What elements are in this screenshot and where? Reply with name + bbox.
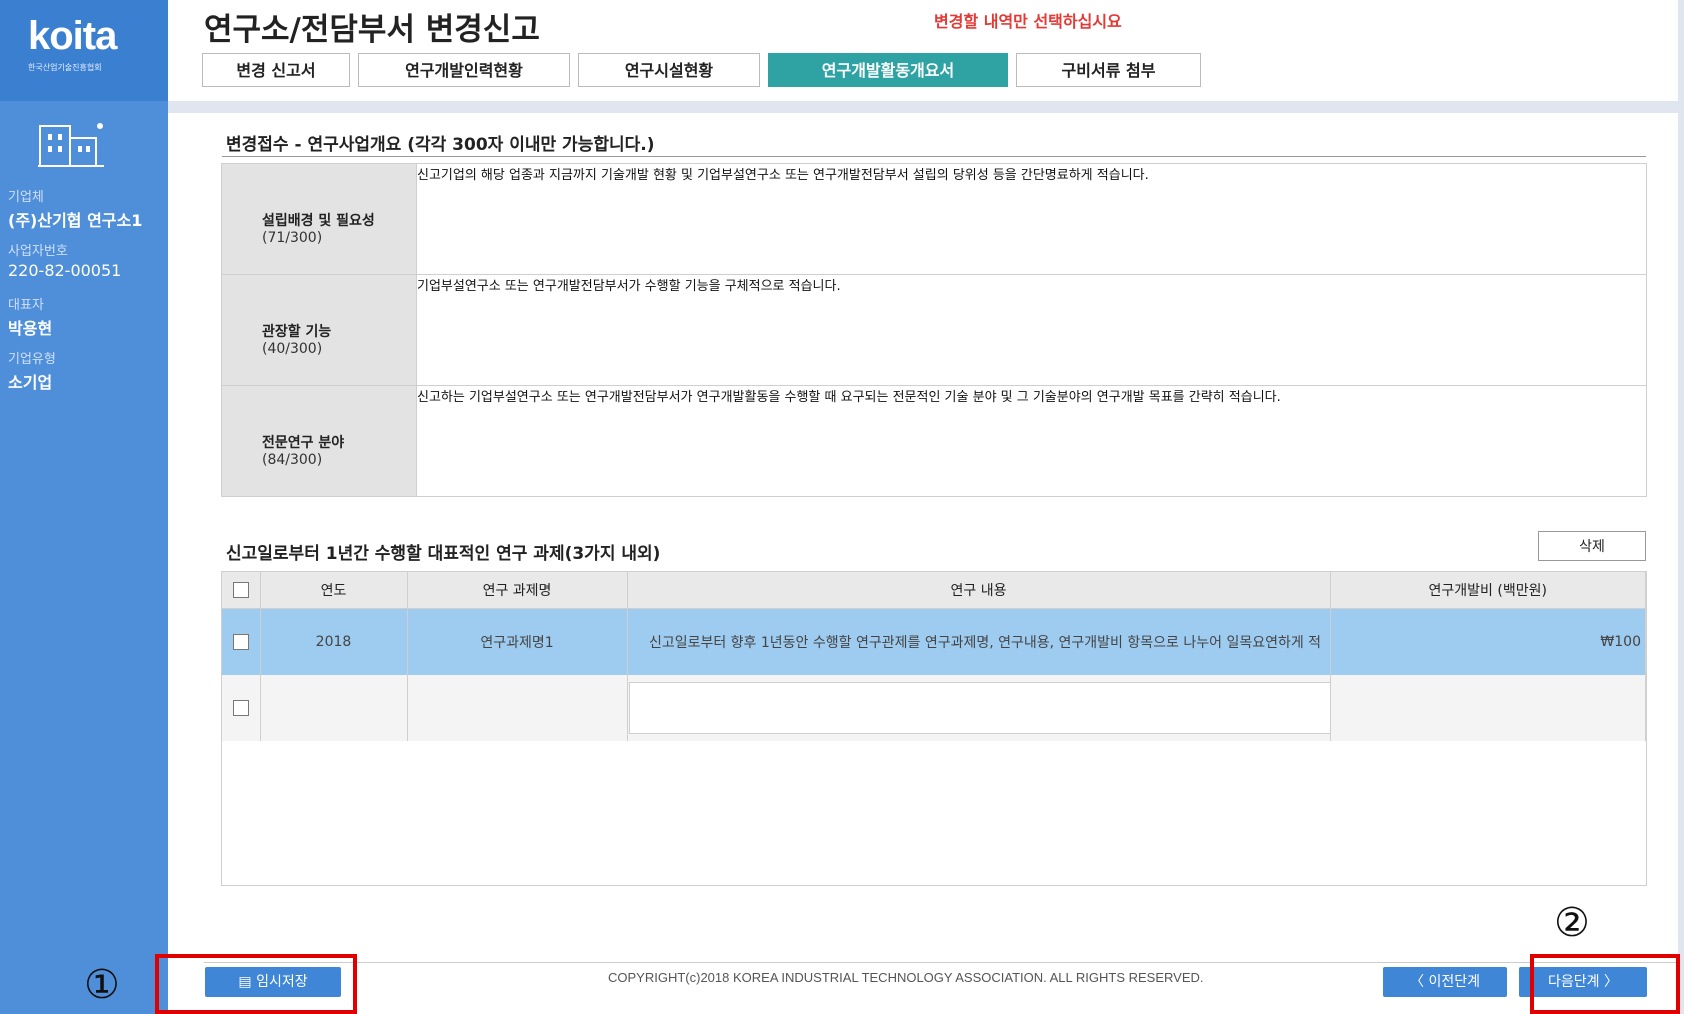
row-cost-empty bbox=[1330, 675, 1646, 741]
building-icon bbox=[38, 123, 104, 167]
type-value: 소기업 bbox=[8, 373, 53, 392]
copyright: COPYRIGHT(c)2018 KOREA INDUSTRIAL TECHNO… bbox=[608, 970, 1204, 985]
type-info: 기업유형 소기업 bbox=[8, 348, 56, 393]
company-value: (주)산기협 연구소1 bbox=[8, 211, 143, 230]
row-checkbox-cell bbox=[222, 608, 261, 675]
tab-rnd-staff[interactable]: 연구개발인력현황 bbox=[358, 53, 570, 87]
row-cost: ₩100 bbox=[1330, 608, 1646, 675]
row-checkbox[interactable] bbox=[232, 700, 249, 716]
ceo-info: 대표자 박용현 bbox=[8, 294, 52, 339]
column-header-cost: 연구개발비 (백만원) bbox=[1330, 572, 1646, 609]
row-year-empty bbox=[260, 675, 408, 741]
tab-change-report[interactable]: 변경 신고서 bbox=[202, 53, 350, 87]
row-content-cell bbox=[627, 675, 1363, 741]
overview-label-cell: 전문연구 분야 (84/300) bbox=[221, 385, 417, 497]
content-area: 변경접수 - 연구사업개요 (각각 300자 이내만 가능합니다.) 설립배경 … bbox=[168, 113, 1678, 973]
overview-row-name: 설립배경 및 필요성 bbox=[262, 213, 375, 229]
overview-row-count: (71/300) bbox=[262, 230, 323, 246]
bizno-label: 사업자번호 bbox=[8, 244, 68, 259]
tab-documents[interactable]: 구비서류 첨부 bbox=[1016, 53, 1201, 87]
overview-table: 설립배경 및 필요성 (71/300) 신고기업의 해당 업종과 지금까지 기술… bbox=[221, 163, 1647, 497]
overview-rule bbox=[222, 156, 1646, 157]
overview-label-cell: 설립배경 및 필요성 (71/300) bbox=[221, 163, 417, 275]
warning-text: 변경할 내역만 선택하십시요 bbox=[934, 12, 1122, 31]
row-checkbox[interactable] bbox=[232, 634, 249, 650]
table-row[interactable] bbox=[222, 675, 1646, 741]
select-all-cell bbox=[222, 572, 261, 609]
annotation-box-2 bbox=[1530, 954, 1680, 1014]
content-input[interactable] bbox=[628, 682, 1363, 734]
tasks-table-container: 연도 연구 과제명 연구 내용 연구개발비 (백만원) 2018 연구과제명1 … bbox=[221, 571, 1647, 886]
table-row[interactable]: 2018 연구과제명1 신고일로부터 향후 1년동안 수행할 연구관제를 연구과… bbox=[222, 608, 1646, 675]
overview-row-count: (84/300) bbox=[262, 452, 323, 468]
bizno-info: 사업자번호 220-82-00051 bbox=[8, 240, 121, 280]
column-header-year: 연도 bbox=[260, 572, 408, 609]
type-label: 기업유형 bbox=[8, 352, 56, 367]
table-header-row: 연도 연구 과제명 연구 내용 연구개발비 (백만원) bbox=[222, 572, 1646, 609]
prev-step-button[interactable]: 〈 이전단계 bbox=[1383, 967, 1507, 997]
overview-title: 변경접수 - 연구사업개요 (각각 300자 이내만 가능합니다.) bbox=[226, 135, 655, 155]
logo: koita 한국산업기술진흥협회 bbox=[0, 0, 168, 101]
overview-row-name: 전문연구 분야 bbox=[262, 435, 345, 451]
main-panel: 연구소/전담부서 변경신고 변경할 내역만 선택하십시요 변경 신고서 연구개발… bbox=[168, 0, 1678, 1014]
header: 연구소/전담부서 변경신고 변경할 내역만 선택하십시요 변경 신고서 연구개발… bbox=[168, 0, 1678, 101]
tab-facilities[interactable]: 연구시설현황 bbox=[578, 53, 760, 87]
row-task-name: 연구과제명1 bbox=[407, 608, 628, 675]
overview-row: 설립배경 및 필요성 (71/300) 신고기업의 해당 업종과 지금까지 기술… bbox=[221, 163, 1647, 275]
row-task-content: 신고일로부터 향후 1년동안 수행할 연구관제를 연구과제명, 연구내용, 연구… bbox=[627, 608, 1331, 675]
annotation-number-1: ① bbox=[84, 962, 120, 1008]
overview-label-cell: 관장할 기능 (40/300) bbox=[221, 274, 417, 386]
tab-rnd-activity[interactable]: 연구개발활동개요서 bbox=[768, 53, 1008, 87]
delete-button[interactable]: 삭제 bbox=[1538, 531, 1646, 561]
footer-divider bbox=[204, 962, 1678, 963]
column-header-content: 연구 내용 bbox=[627, 572, 1331, 609]
annotation-number-2: ② bbox=[1554, 900, 1590, 946]
page-title: 연구소/전담부서 변경신고 bbox=[204, 12, 540, 48]
column-header-name: 연구 과제명 bbox=[407, 572, 628, 609]
ceo-label: 대표자 bbox=[8, 298, 44, 313]
logo-text: koita bbox=[28, 14, 117, 58]
select-all-checkbox[interactable] bbox=[232, 582, 249, 598]
company-info: 기업체 (주)산기협 연구소1 bbox=[8, 186, 142, 231]
overview-row: 전문연구 분야 (84/300) 신고하는 기업부설연구소 또는 연구개발전담부… bbox=[221, 385, 1647, 497]
overview-text-area[interactable]: 신고기업의 해당 업종과 지금까지 기술개발 현황 및 기업부설연구소 또는 연… bbox=[416, 163, 1647, 275]
overview-row-count: (40/300) bbox=[262, 341, 323, 357]
tab-bar: 변경 신고서 연구개발인력현황 연구시설현황 연구개발활동개요서 구비서류 첨부 bbox=[202, 53, 1201, 87]
overview-row: 관장할 기능 (40/300) 기업부설연구소 또는 연구개발전담부서가 수행할… bbox=[221, 274, 1647, 386]
annotation-box-1 bbox=[155, 954, 357, 1014]
overview-text-area[interactable]: 기업부설연구소 또는 연구개발전담부서가 수행할 기능을 구체적으로 적습니다. bbox=[416, 274, 1647, 386]
divider bbox=[168, 101, 1678, 113]
row-year: 2018 bbox=[260, 608, 408, 675]
tasks-table: 연도 연구 과제명 연구 내용 연구개발비 (백만원) 2018 연구과제명1 … bbox=[222, 572, 1646, 741]
row-task-name-empty bbox=[407, 675, 628, 741]
sidebar: koita 한국산업기술진흥협회 기업체 (주)산기협 연구소1 사업자번호 2… bbox=[0, 0, 168, 1014]
ceo-value: 박용현 bbox=[8, 319, 53, 338]
logo-subtitle: 한국산업기술진흥협회 bbox=[28, 63, 102, 72]
bizno-value: 220-82-00051 bbox=[8, 261, 122, 280]
overview-row-name: 관장할 기능 bbox=[262, 324, 332, 340]
tasks-title: 신고일로부터 1년간 수행할 대표적인 연구 과제(3가지 내외) bbox=[226, 544, 661, 564]
overview-text-area[interactable]: 신고하는 기업부설연구소 또는 연구개발전담부서가 연구개발활동을 수행할 때 … bbox=[416, 385, 1647, 497]
company-label: 기업체 bbox=[8, 190, 44, 205]
row-checkbox-cell bbox=[222, 675, 261, 741]
